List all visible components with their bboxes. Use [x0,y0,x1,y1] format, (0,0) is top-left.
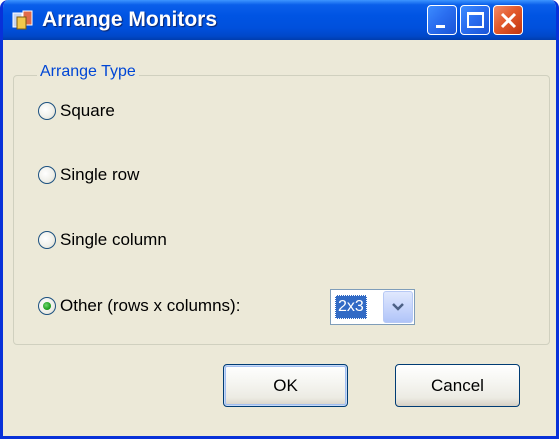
ok-button[interactable]: OK [223,364,348,407]
arrange-type-legend: Arrange Type [37,63,139,81]
radio-circle[interactable] [38,231,56,249]
title-bar[interactable]: Arrange Monitors [3,0,556,40]
radio-circle[interactable] [38,102,56,120]
radio-square[interactable]: Square [38,98,115,124]
radio-circle-checked[interactable] [38,297,56,315]
maximize-icon [467,12,484,28]
app-icon [12,10,33,30]
arrange-monitors-dialog: Arrange Monitors Arrange Type Square Sin… [0,0,559,439]
radio-label-single-column: Single column [60,230,167,249]
radio-label-other: Other (rows x columns): [60,296,241,315]
window-title: Arrange Monitors [42,8,218,31]
maximize-button[interactable] [460,5,490,35]
radio-other[interactable]: Other (rows x columns): [38,293,240,319]
radio-single-row[interactable]: Single row [38,162,139,188]
close-button[interactable] [493,5,523,35]
minimize-button[interactable] [427,5,457,35]
radio-label-single-row: Single row [60,165,140,184]
cancel-button[interactable]: Cancel [395,364,520,407]
dropdown-button[interactable] [383,291,413,323]
layout-select-value: 2x3 [335,295,367,319]
minimize-icon [436,25,445,28]
layout-select[interactable]: 2x3 [330,289,415,325]
radio-label-square: Square [60,101,115,120]
radio-circle[interactable] [38,166,56,184]
close-icon [500,12,517,29]
chevron-down-icon [392,303,404,311]
radio-single-column[interactable]: Single column [38,227,167,253]
